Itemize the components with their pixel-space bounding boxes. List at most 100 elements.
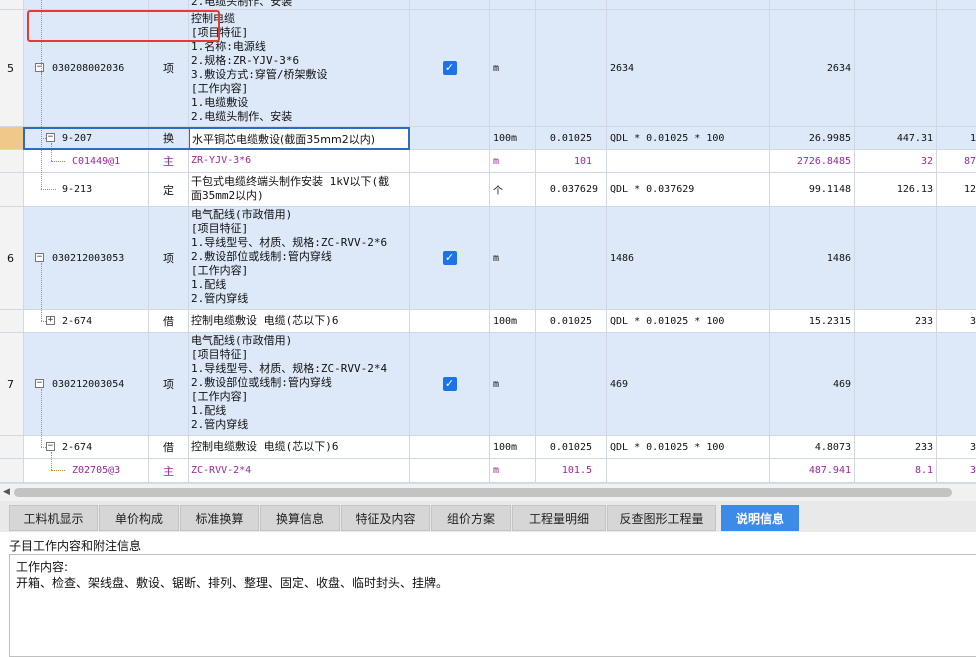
tab-labor-material[interactable]: 工料机显示 [9, 505, 98, 531]
row-code: 2-674 [62, 315, 93, 327]
collapse-icon[interactable]: − [35, 379, 44, 388]
row-description[interactable]: ZC-RVV-2*4 [189, 459, 410, 482]
row-type: 项 [149, 333, 189, 435]
tree-line [41, 73, 42, 189]
row-description-editor[interactable]: 水平铜芯电缆敷设(截面35mm2以内) [189, 128, 409, 149]
row-quantity[interactable]: 101.5 [536, 459, 607, 482]
row-quantity[interactable]: 0.01025 [536, 127, 607, 149]
row-unit: m [490, 150, 536, 172]
row-price: 233 [855, 436, 937, 458]
tab-quantity-detail[interactable]: 工程量明细 [512, 505, 606, 531]
work-content-text: 开箱、检查、架线盘、敷设、锯断、排列、整理、固定、收盘、临时封头、挂牌。 [16, 576, 449, 590]
row-description[interactable]: 干包式电缆终端头制作安装 1kV以下(截 面35mm2以内) [189, 173, 410, 206]
row-quantity[interactable]: 101 [536, 150, 607, 172]
row-unit: 个 [490, 173, 536, 206]
row-description[interactable]: 控制电缆敷设 电缆(芯以下)6 [189, 436, 410, 458]
tree-line [51, 143, 52, 161]
work-content-textarea[interactable]: 工作内容: 开箱、检查、架线盘、敷设、锯断、排列、整理、固定、收盘、临时封头、挂… [9, 554, 976, 657]
row-amount: 99.1148 [770, 173, 855, 206]
detail-tab-bar: 工料机显示 单价构成 标准换算 换算信息 特征及内容 组价方案 工程量明细 反查… [0, 501, 976, 533]
tab-conversion-info[interactable]: 换算信息 [260, 505, 340, 531]
row-amount: 469 [770, 333, 855, 435]
collapse-icon[interactable]: − [46, 442, 55, 451]
row-price: 32 [855, 150, 937, 172]
row-unit: m [490, 333, 536, 435]
row-total: 87 [963, 155, 976, 167]
checkbox-checked-icon[interactable]: ✓ [442, 251, 457, 265]
tab-pricing-plan[interactable]: 组价方案 [431, 505, 511, 531]
table-row[interactable]: + 2-674 借 控制电缆敷设 电缆(芯以下)6 100m 0.01025 Q… [0, 310, 976, 333]
collapse-icon[interactable]: − [35, 253, 44, 262]
row-price: 126.13 [855, 173, 937, 206]
tab-features[interactable]: 特征及内容 [341, 505, 430, 531]
row-expression[interactable]: QDL * 0.01025 * 100 [607, 127, 770, 149]
row-code: 9-213 [62, 184, 93, 195]
row-description: 2.电缆头制作、安装 [189, 0, 410, 9]
scrollbar-thumb[interactable] [14, 488, 952, 497]
highlight-annotation [27, 10, 220, 42]
row-description[interactable]: 电气配线(市政借用) [项目特征] 1.导线型号、材质、规格:ZC-RVV-2*… [189, 333, 410, 435]
table-row[interactable]: Z02705@3 主 ZC-RVV-2*4 m 101.5 487.941 8.… [0, 459, 976, 483]
row-expression[interactable]: 2634 [607, 10, 770, 126]
checkbox-checked-icon[interactable]: ✓ [442, 377, 457, 391]
table-row[interactable]: 7 − 030212003054 项 电气配线(市政借用) [项目特征] 1.导… [0, 333, 976, 436]
horizontal-scrollbar[interactable]: ◀ [0, 483, 976, 501]
row-expression[interactable]: 1486 [607, 207, 770, 309]
row-quantity[interactable]: 0.037629 [536, 173, 607, 206]
row-expression[interactable]: 469 [607, 333, 770, 435]
table-row[interactable]: 6 − 030212003053 项 电气配线(市政借用) [项目特征] 1.导… [0, 207, 976, 310]
row-description[interactable]: ZR-YJV-3*6 [189, 150, 410, 172]
row-index: 5 [0, 10, 24, 126]
row-type: 主 [149, 150, 189, 172]
row-price: 447.31 [855, 127, 937, 149]
row-code: 2-674 [62, 441, 93, 453]
row-type: 项 [149, 207, 189, 309]
row-quantity[interactable]: 0.01025 [536, 310, 607, 332]
scroll-left-icon[interactable]: ◀ [3, 487, 10, 497]
row-code: 9-207 [62, 132, 93, 144]
table-row[interactable]: 9-213 定 干包式电缆终端头制作安装 1kV以下(截 面35mm2以内) 个… [0, 173, 976, 207]
table-row[interactable]: − 2-674 借 控制电缆敷设 电缆(芯以下)6 100m 0.01025 Q… [0, 436, 976, 459]
row-quantity[interactable]: 0.01025 [536, 436, 607, 458]
expand-icon[interactable]: + [46, 316, 55, 325]
row-amount: 15.2315 [770, 310, 855, 332]
row-price: 233 [855, 310, 937, 332]
tree-line [41, 263, 42, 321]
row-expression[interactable]: QDL * 0.01025 * 100 [607, 310, 770, 332]
tab-unit-price[interactable]: 单价构成 [99, 505, 179, 531]
row-description[interactable]: 控制电缆 [项目特征] 1.名称:电源线 2.规格:ZR-YJV-3*6 3.敷… [189, 10, 410, 126]
work-content-label: 工作内容: [16, 560, 69, 574]
row-total: 1 [969, 132, 976, 144]
row-amount: 1486 [770, 207, 855, 309]
row-total: 3 [969, 441, 976, 453]
row-amount: 487.941 [770, 459, 855, 482]
row-unit: 100m [490, 127, 536, 149]
row-code: 030212003053 [52, 252, 125, 264]
quota-grid[interactable]: 2.电缆头制作、安装 5 − 030208002036 项 控制电缆 [项目特征… [0, 0, 976, 483]
checkbox-checked-icon[interactable]: ✓ [442, 61, 457, 75]
row-code: Z02705@3 [72, 465, 121, 476]
table-row[interactable]: C01449@1 主 ZR-YJV-3*6 m 101 2726.8485 32… [0, 150, 976, 173]
row-description[interactable]: 电气配线(市政借用) [项目特征] 1.导线型号、材质、规格:ZC-RVV-2*… [189, 207, 410, 309]
tab-description[interactable]: 说明信息 [721, 505, 799, 531]
tab-standard-conversion[interactable]: 标准换算 [180, 505, 259, 531]
row-price: 8.1 [855, 459, 937, 482]
row-amount: 2634 [770, 10, 855, 126]
row-amount: 26.9985 [770, 127, 855, 149]
table-row[interactable]: 2.电缆头制作、安装 [0, 0, 976, 10]
row-type: 定 [149, 173, 189, 206]
collapse-icon[interactable]: − [46, 133, 55, 142]
tree-line [41, 321, 46, 322]
row-description[interactable]: 控制电缆敷设 电缆(芯以下)6 [189, 310, 410, 332]
row-type: 主 [149, 459, 189, 482]
collapse-icon[interactable]: − [35, 63, 44, 72]
table-row-selected[interactable]: − 9-207 换 100m 0.01025 QDL * 0.01025 * 1… [0, 127, 976, 150]
row-expression[interactable]: QDL * 0.01025 * 100 [607, 436, 770, 458]
tab-graphic-quantity[interactable]: 反查图形工程量 [607, 505, 716, 531]
row-total: 12 [963, 184, 976, 195]
tree-line [51, 452, 52, 470]
tree-line [41, 389, 42, 447]
row-expression[interactable]: QDL * 0.037629 [607, 173, 770, 206]
description-panel: 子目工作内容和附注信息 工作内容: 开箱、检查、架线盘、敷设、锯断、排列、整理、… [0, 532, 976, 657]
row-code: C01449@1 [72, 155, 121, 167]
